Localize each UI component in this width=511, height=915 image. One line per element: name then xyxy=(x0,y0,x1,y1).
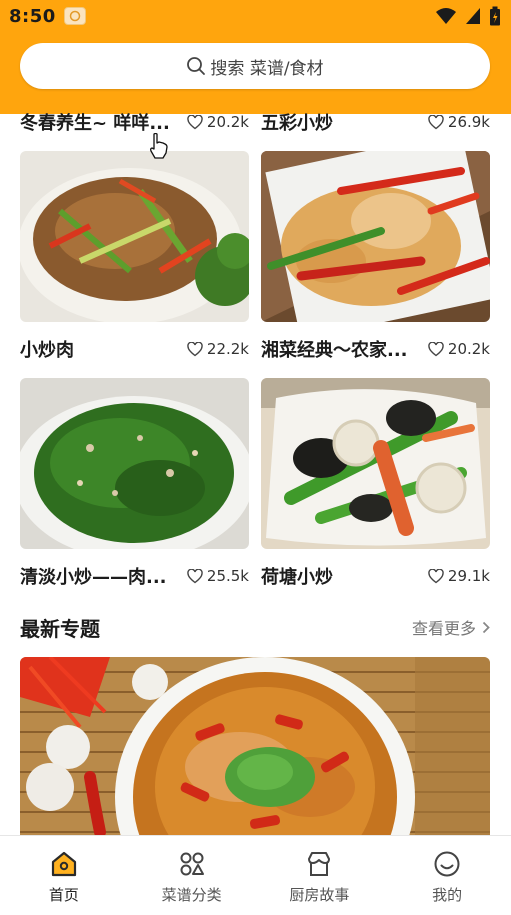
likes-value: 22.2k xyxy=(206,340,249,358)
status-bar: 8:50 xyxy=(0,0,511,32)
latest-topics-header: 最新专题 查看更多 xyxy=(20,612,490,642)
likes-value: 20.2k xyxy=(447,340,490,358)
recipe-card-label[interactable]: 五彩小炒 26.9k xyxy=(261,110,490,134)
chevron-right-icon xyxy=(482,621,490,633)
section-title: 最新专题 xyxy=(20,613,100,642)
nav-home[interactable]: 首页 xyxy=(0,836,127,905)
recipe-photo-greens-stir-fry[interactable] xyxy=(20,378,249,549)
view-more-link[interactable]: 查看更多 xyxy=(412,615,490,639)
heart-icon xyxy=(187,568,203,583)
pointer-cursor-icon xyxy=(150,133,168,159)
heart-icon xyxy=(428,114,444,129)
recipe-card-label[interactable]: 荷塘小炒 29.1k xyxy=(261,564,490,588)
topic-feature-image[interactable] xyxy=(20,657,490,837)
likes-count: 29.1k xyxy=(428,567,490,585)
recipe-photo-lotus-stir-fry[interactable] xyxy=(261,378,490,549)
heart-icon xyxy=(187,114,203,129)
status-time: 8:50 xyxy=(9,5,56,27)
likes-count: 22.2k xyxy=(187,340,249,358)
likes-count: 20.2k xyxy=(187,113,249,131)
search-bar[interactable]: 搜索 菜谱/食材 xyxy=(20,43,490,89)
recipe-photo-hunan-stir-fry[interactable] xyxy=(261,151,490,322)
recipe-card-label[interactable]: 冬春养生~ 咩咩... 20.2k xyxy=(20,110,249,134)
bottom-navigation: 首页 菜谱分类 厨房故事 我的 xyxy=(0,835,511,915)
recipe-card-label[interactable]: 小炒肉 22.2k xyxy=(20,337,249,361)
battery-icon xyxy=(490,6,500,26)
recipe-title: 冬春养生~ 咩咩... xyxy=(20,113,170,134)
nav-label: 菜谱分类 xyxy=(161,886,222,904)
recipe-title: 湘菜经典～农家... xyxy=(261,340,408,361)
recipe-title: 小炒肉 xyxy=(20,340,74,361)
nav-label: 首页 xyxy=(48,886,79,904)
top-header: 8:50 搜索 菜谱/食材 xyxy=(0,0,511,114)
recipe-title: 五彩小炒 xyxy=(261,113,333,134)
category-icon xyxy=(180,852,204,876)
heart-icon xyxy=(187,341,203,356)
heart-icon xyxy=(428,568,444,583)
likes-count: 20.2k xyxy=(428,340,490,358)
nav-label: 我的 xyxy=(432,886,463,904)
recipe-title: 荷塘小炒 xyxy=(261,567,333,588)
signal-icon xyxy=(466,8,480,24)
nav-label: 厨房故事 xyxy=(289,886,350,904)
profile-icon xyxy=(434,851,460,877)
search-icon xyxy=(187,57,206,75)
heart-icon xyxy=(428,341,444,356)
nav-kitchen-stories[interactable]: 厨房故事 xyxy=(256,836,383,905)
recipe-title: 清淡小炒——肉... xyxy=(20,567,167,588)
likes-count: 26.9k xyxy=(428,113,490,131)
nav-profile[interactable]: 我的 xyxy=(384,836,511,905)
nav-categories[interactable]: 菜谱分类 xyxy=(128,836,255,905)
likes-value: 29.1k xyxy=(447,567,490,585)
likes-count: 25.5k xyxy=(187,567,249,585)
recipe-card-label[interactable]: 清淡小炒——肉... 25.5k xyxy=(20,564,249,588)
recipe-card-label[interactable]: 湘菜经典～农家... 20.2k xyxy=(261,337,490,361)
app-notification-icon xyxy=(63,7,86,25)
likes-value: 20.2k xyxy=(206,113,249,131)
home-icon xyxy=(51,851,76,877)
search-placeholder: 搜索 菜谱/食材 xyxy=(210,58,324,79)
story-icon xyxy=(308,852,331,876)
recipe-photo-stir-fried-pork[interactable] xyxy=(20,151,249,322)
likes-value: 26.9k xyxy=(447,113,490,131)
likes-value: 25.5k xyxy=(206,567,249,585)
view-more-label: 查看更多 xyxy=(411,619,476,638)
wifi-icon xyxy=(436,8,456,24)
